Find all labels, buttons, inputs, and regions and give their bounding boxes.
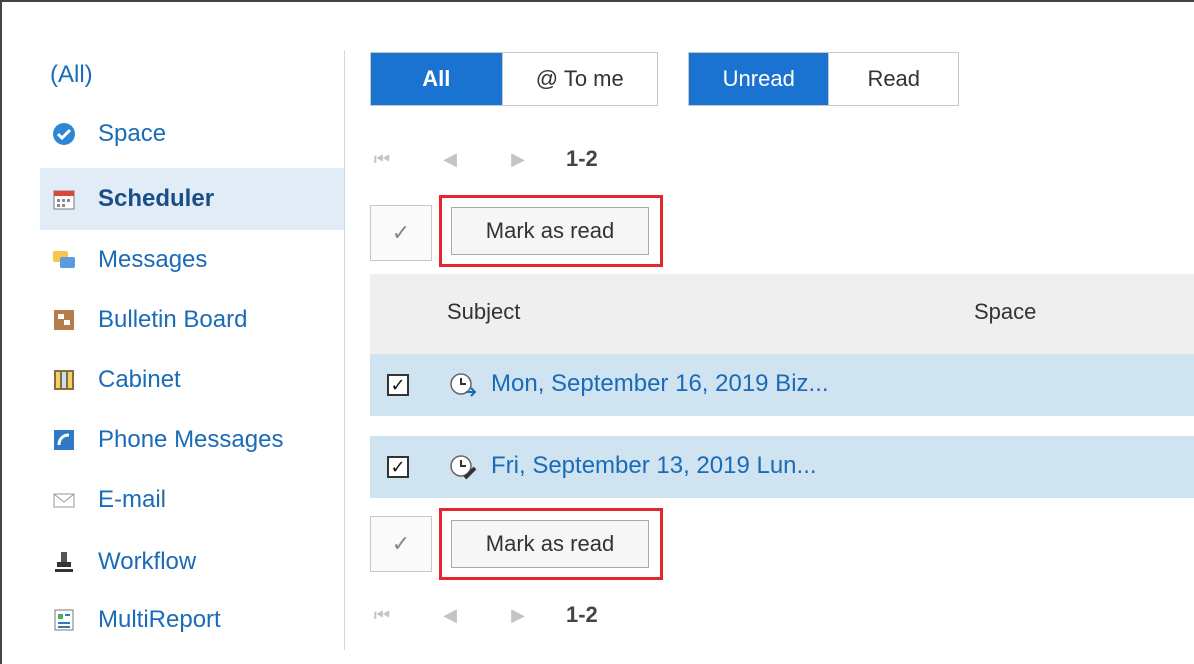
sidebar-item-label: Messages (98, 246, 208, 273)
sidebar-item-label: Bulletin Board (98, 306, 248, 333)
clock-pencil-icon (449, 454, 477, 480)
sidebar-item-space[interactable]: Space (40, 106, 345, 162)
row-checkbox[interactable]: ✓ (387, 374, 409, 396)
sidebar-item-label: Phone Messages (98, 426, 284, 453)
scope-tabs: All @ To me (370, 52, 658, 106)
sidebar-item-label: Cabinet (98, 366, 181, 393)
sidebar-item-label: MultiReport (98, 606, 221, 633)
table-row[interactable]: ✓ Mon, September 16, 2019 Biz... (370, 354, 1194, 416)
tab-to-me[interactable]: @ To me (501, 53, 657, 105)
sidebar-item-cabinet[interactable]: Cabinet (40, 352, 345, 408)
mark-as-read-button[interactable]: Mark as read (451, 207, 649, 255)
tab-read[interactable]: Read (828, 53, 958, 105)
phone-icon (52, 428, 76, 452)
previous-page-icon[interactable]: ◀ (438, 147, 462, 171)
mark-as-read-button[interactable]: Mark as read (451, 520, 649, 568)
sidebar-item-label: (All) (50, 61, 93, 88)
tab-unread[interactable]: Unread (689, 53, 829, 105)
table-row[interactable]: ✓ Fri, September 13, 2019 Lun... (370, 436, 1194, 498)
page-range: 1-2 (566, 146, 598, 171)
sidebar-item-multireport[interactable]: MultiReport (40, 592, 345, 648)
row-subject-link[interactable]: Mon, September 16, 2019 Biz... (491, 370, 829, 398)
check-all-button[interactable]: ✓ (370, 205, 432, 261)
page-range: 1-2 (566, 602, 598, 627)
pager-bottom: ⏮ ◀ ▶ 1-2 (370, 600, 598, 630)
row-checkbox[interactable]: ✓ (387, 456, 409, 478)
column-subject[interactable]: Subject (447, 299, 520, 325)
sidebar-item-all[interactable]: (All) (40, 44, 345, 106)
sidebar-item-email[interactable]: E-mail (40, 472, 345, 528)
sidebar-item-label: E-mail (98, 486, 167, 513)
bulletin-board-icon (52, 308, 76, 332)
report-icon (52, 608, 76, 632)
mark-as-read-highlight: Mark as read (439, 195, 663, 267)
sidebar-item-workflow[interactable]: Workflow (40, 534, 345, 590)
status-tabs: Unread Read (688, 52, 959, 106)
clock-arrow-icon (449, 372, 477, 398)
sidebar-item-messages[interactable]: Messages (40, 232, 345, 288)
calendar-icon (52, 187, 76, 211)
sidebar-item-label: Scheduler (98, 185, 215, 212)
pager-top: ⏮ ◀ ▶ 1-2 (370, 144, 598, 174)
first-page-icon[interactable]: ⏮ (370, 147, 394, 171)
column-space[interactable]: Space (974, 299, 1036, 325)
sidebar-item-label: Workflow (98, 548, 197, 575)
space-icon (52, 122, 76, 146)
sidebar-item-phone-messages[interactable]: Phone Messages (40, 412, 345, 468)
row-subject-link[interactable]: Fri, September 13, 2019 Lun... (491, 452, 817, 480)
sidebar-item-scheduler[interactable]: Scheduler (40, 168, 345, 230)
table-header: Subject Space (370, 274, 1194, 354)
speech-bubbles-icon (52, 248, 76, 272)
cabinet-icon (52, 368, 76, 392)
sidebar-item-bulletin-board[interactable]: Bulletin Board (40, 292, 345, 348)
sidebar-divider (344, 50, 345, 650)
previous-page-icon[interactable]: ◀ (438, 603, 462, 627)
envelope-icon (52, 488, 76, 512)
sidebar-item-label: Space (98, 120, 167, 147)
mark-as-read-highlight: Mark as read (439, 508, 663, 580)
next-page-icon[interactable]: ▶ (506, 147, 530, 171)
first-page-icon[interactable]: ⏮ (370, 603, 394, 627)
check-all-button[interactable]: ✓ (370, 516, 432, 572)
tab-all[interactable]: All (371, 53, 502, 105)
next-page-icon[interactable]: ▶ (506, 603, 530, 627)
stamp-icon (52, 550, 76, 574)
